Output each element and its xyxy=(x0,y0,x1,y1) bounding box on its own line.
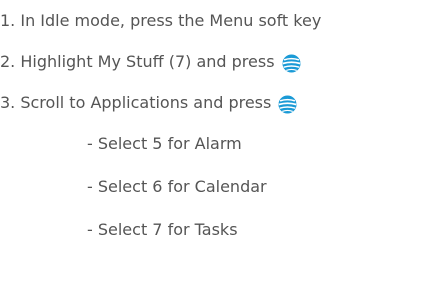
step-2-text: 2. Highlight My Stuff (7) and press xyxy=(0,52,275,71)
substep-alarm-text: - Select 5 for Alarm xyxy=(87,134,242,153)
substep-alarm: - Select 5 for Alarm xyxy=(87,134,242,154)
step-3-text: 3. Scroll to Applications and press xyxy=(0,93,272,112)
substep-tasks: - Select 7 for Tasks xyxy=(87,220,238,240)
substep-calendar: - Select 6 for Calendar xyxy=(87,177,267,197)
substep-tasks-text: - Select 7 for Tasks xyxy=(87,220,238,239)
step-3: 3. Scroll to Applications and press xyxy=(0,93,297,114)
instructions-page: { "steps": [ { "text": "1. In Idle mode,… xyxy=(0,0,442,293)
att-globe-icon xyxy=(278,94,297,114)
step-2: 2. Highlight My Stuff (7) and press xyxy=(0,52,301,73)
step-1-text: 1. In Idle mode, press the Menu soft key xyxy=(0,11,322,30)
step-1: 1. In Idle mode, press the Menu soft key xyxy=(0,11,321,31)
substep-calendar-text: - Select 6 for Calendar xyxy=(87,177,267,196)
att-globe-icon xyxy=(282,53,301,73)
